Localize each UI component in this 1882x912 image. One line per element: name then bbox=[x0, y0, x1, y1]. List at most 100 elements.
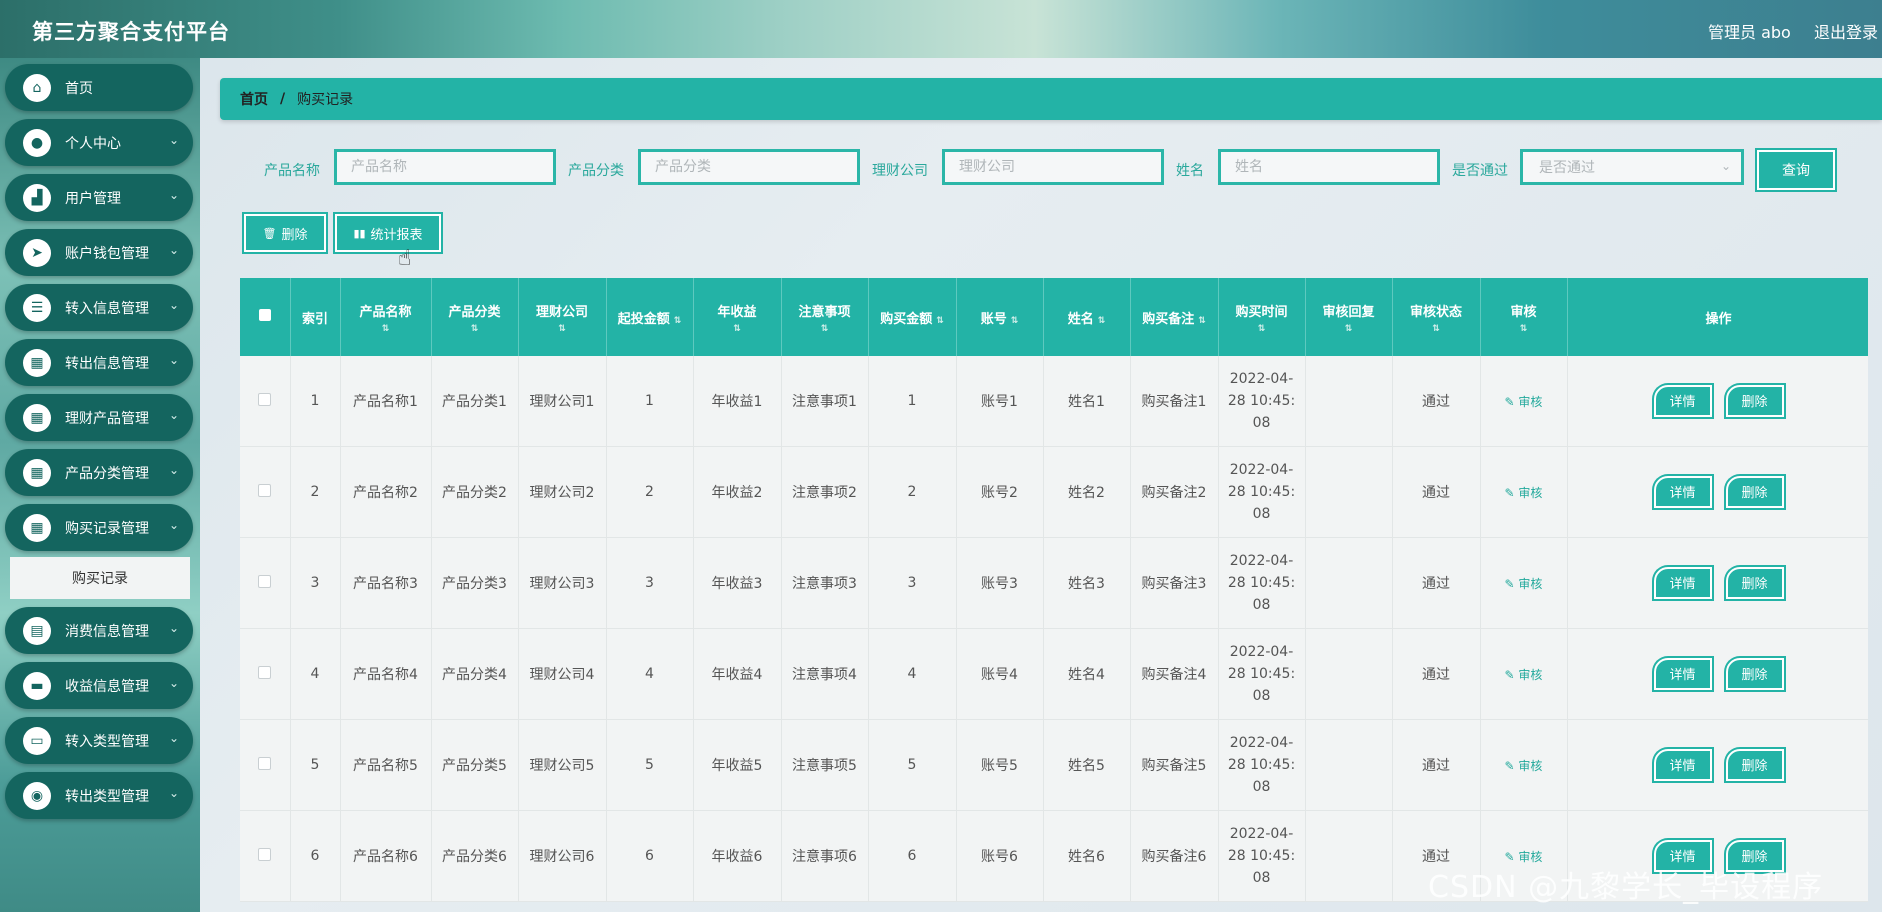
sidebar-item-user-management[interactable]: ▟ 用户管理 ⌄ bbox=[5, 174, 193, 221]
sidebar-item-product-management[interactable]: ▦ 理财产品管理 ⌄ bbox=[5, 394, 193, 441]
table-row[interactable]: 2 产品名称2 产品分类2 理财公司2 2 年收益2 注意事项2 2 账号2 姓名2 购买备注2 20… bbox=[240, 446, 1868, 538]
sidebar-item-transfer-out-type-management[interactable]: ◉ 转出类型管理 ⌄ bbox=[5, 772, 193, 819]
row-delete-button[interactable]: 删除 bbox=[1725, 749, 1784, 781]
sort-icon[interactable]: ⇅ bbox=[782, 324, 868, 334]
column-header[interactable]: 注意事项 ⇅ bbox=[781, 278, 869, 356]
monitor-icon: ▭ bbox=[23, 726, 51, 755]
sort-icon[interactable]: ⇅ bbox=[694, 324, 781, 334]
sidebar-item-category-management[interactable]: ▦ 产品分类管理 ⌄ bbox=[5, 449, 193, 496]
audit-link[interactable]: ✎ 审核 bbox=[1505, 668, 1543, 682]
purchase-time-line: 08 bbox=[1252, 597, 1271, 613]
query-button[interactable]: 查询 bbox=[1757, 150, 1835, 190]
column-header[interactable]: 姓名 ⇅ bbox=[1043, 278, 1131, 356]
detail-button[interactable]: 详情 bbox=[1653, 749, 1712, 781]
column-header[interactable]: 索引 bbox=[290, 278, 341, 356]
column-header[interactable]: 产品名称 ⇅ bbox=[340, 278, 432, 356]
sort-icon[interactable]: ⇅ bbox=[519, 324, 606, 334]
column-header[interactable]: 购买备注 ⇅ bbox=[1130, 278, 1219, 356]
list-icon: ☰ bbox=[23, 293, 51, 322]
sidebar-item-transfer-out-management[interactable]: ▦ 转出信息管理 ⌄ bbox=[5, 339, 193, 386]
sort-icon[interactable]: ⇅ bbox=[1011, 316, 1019, 326]
product-name-input[interactable] bbox=[334, 149, 556, 185]
sort-icon[interactable]: ⇅ bbox=[1306, 324, 1392, 334]
row-delete-button[interactable]: 删除 bbox=[1725, 658, 1784, 690]
breadcrumb-home[interactable]: 首页 bbox=[240, 89, 268, 109]
batch-delete-button[interactable]: 🗑 删除 bbox=[244, 214, 326, 252]
breadcrumb: 首页 / 购买记录 bbox=[220, 78, 1882, 120]
sort-icon[interactable]: ⇅ bbox=[1219, 324, 1305, 334]
submenu-item-purchase-records[interactable]: 购买记录 bbox=[10, 557, 190, 599]
sidebar-item-label: 理财产品管理 bbox=[65, 410, 149, 427]
sidebar-item-income-management[interactable]: ▬ 收益信息管理 ⌄ bbox=[5, 662, 193, 709]
purchase-remark-cell: 购买备注4 bbox=[1130, 628, 1219, 720]
sidebar-item-label: 收益信息管理 bbox=[65, 678, 149, 695]
row-checkbox[interactable] bbox=[258, 392, 272, 406]
sort-icon[interactable]: ⇅ bbox=[1393, 324, 1480, 334]
column-header[interactable]: 账号 ⇅ bbox=[956, 278, 1044, 356]
select-all-checkbox[interactable] bbox=[258, 309, 271, 321]
column-header[interactable]: 产品分类 ⇅ bbox=[431, 278, 519, 356]
row-checkbox[interactable] bbox=[258, 665, 272, 679]
detail-button[interactable]: 详情 bbox=[1653, 658, 1712, 690]
audit-link[interactable]: ✎ 审核 bbox=[1505, 577, 1543, 591]
row-checkbox[interactable] bbox=[258, 483, 272, 497]
sort-icon[interactable]: ⇅ bbox=[341, 324, 431, 334]
sidebar-item-home[interactable]: ⌂ 首页 bbox=[5, 64, 193, 111]
detail-button[interactable]: 详情 bbox=[1653, 476, 1712, 508]
purchase-amount-cell: 5 bbox=[868, 719, 957, 811]
column-header[interactable]: 理财公司 ⇅ bbox=[518, 278, 607, 356]
finance-company-input[interactable] bbox=[942, 149, 1164, 185]
purchase-time-line: 28 10:45: bbox=[1227, 393, 1296, 409]
table-row[interactable]: 5 产品名称5 产品分类5 理财公司5 5 年收益5 注意事项5 5 账号5 姓名5 购买备注5 20… bbox=[240, 719, 1868, 811]
row-checkbox[interactable] bbox=[258, 756, 272, 770]
product-category-cell: 产品分类1 bbox=[431, 356, 519, 447]
purchase-time-line: 08 bbox=[1252, 779, 1271, 795]
audit-link[interactable]: ✎ 审核 bbox=[1505, 486, 1543, 500]
audit-link[interactable]: ✎ 审核 bbox=[1505, 759, 1543, 773]
purchase-time-cell: 2022-04- 28 10:45: 08 bbox=[1218, 810, 1306, 902]
column-header[interactable]: 审核 ⇅ bbox=[1480, 278, 1568, 356]
audit-link[interactable]: ✎ 审核 bbox=[1505, 395, 1543, 409]
sort-icon[interactable]: ⇅ bbox=[674, 316, 682, 326]
grid-icon: ▦ bbox=[23, 348, 51, 377]
sidebar-item-wallet-management[interactable]: ➤ 账户钱包管理 ⌄ bbox=[5, 229, 193, 276]
customer-name-cell: 姓名1 bbox=[1043, 356, 1131, 447]
logout-link[interactable]: 退出登录 bbox=[1814, 19, 1878, 43]
sidebar-item-personal-center[interactable]: ● 个人中心 ⌄ bbox=[5, 119, 193, 166]
row-checkbox[interactable] bbox=[258, 574, 272, 588]
table-row[interactable]: 1 产品名称1 产品分类1 理财公司1 1 年收益1 注意事项1 1 账号1 姓名1 购买备注1 20… bbox=[240, 356, 1868, 447]
column-header: 操作 bbox=[1567, 278, 1868, 356]
table-row[interactable]: 3 产品名称3 产品分类3 理财公司3 3 年收益3 注意事项3 3 账号3 姓名3 购买备注3 20… bbox=[240, 537, 1868, 629]
column-header[interactable]: 年收益 ⇅ bbox=[693, 278, 782, 356]
sort-icon[interactable]: ⇅ bbox=[1198, 316, 1206, 326]
table-row[interactable]: 4 产品名称4 产品分类4 理财公司4 4 年收益4 注意事项4 4 账号4 姓名4 购买备注4 20… bbox=[240, 628, 1868, 720]
annual-yield-cell: 年收益4 bbox=[693, 628, 782, 720]
sort-icon[interactable]: ⇅ bbox=[1481, 324, 1567, 334]
table-header-row: 索引 产品名称 ⇅ 产品分类 ⇅ 理财公司 ⇅ 起投金额 ⇅ 年收益 ⇅ 注意事项 ⇅ 购买金额 ⇅ 账号 ⇅ 姓… bbox=[240, 278, 1868, 356]
product-category-input[interactable] bbox=[638, 149, 860, 185]
sort-icon[interactable]: ⇅ bbox=[936, 316, 944, 326]
row-delete-button[interactable]: 删除 bbox=[1725, 476, 1784, 508]
column-header[interactable]: 审核回复 ⇅ bbox=[1305, 278, 1393, 356]
detail-button[interactable]: 详情 bbox=[1653, 567, 1712, 599]
approved-select[interactable]: 是否通过 ⌄ bbox=[1520, 149, 1744, 185]
bar-chart-icon: ▮▮ bbox=[353, 226, 366, 240]
sidebar-item-purchase-management[interactable]: ▦ 购买记录管理 ⌄ bbox=[5, 504, 193, 551]
column-header[interactable]: 购买金额 ⇅ bbox=[868, 278, 957, 356]
row-delete-button[interactable]: 删除 bbox=[1725, 385, 1784, 417]
row-delete-button[interactable]: 删除 bbox=[1725, 567, 1784, 599]
name-input[interactable] bbox=[1218, 149, 1440, 185]
row-checkbox[interactable] bbox=[258, 847, 272, 861]
sort-icon[interactable]: ⇅ bbox=[432, 324, 518, 334]
sidebar-item-consumption-management[interactable]: ▤ 消费信息管理 ⌄ bbox=[5, 607, 193, 654]
sidebar-item-transfer-in-type-management[interactable]: ▭ 转入类型管理 ⌄ bbox=[5, 717, 193, 764]
stats-report-button[interactable]: ▮▮ 统计报表 bbox=[335, 214, 441, 252]
column-header-label: 审核 bbox=[1510, 304, 1537, 320]
sidebar-item-transfer-in-management[interactable]: ☰ 转入信息管理 ⌄ bbox=[5, 284, 193, 331]
column-header[interactable]: 起投金额 ⇅ bbox=[606, 278, 694, 356]
column-header[interactable]: 审核状态 ⇅ bbox=[1392, 278, 1481, 356]
sort-icon[interactable]: ⇅ bbox=[1098, 316, 1106, 326]
purchase-time-line: 2022-04- bbox=[1229, 553, 1294, 569]
column-header[interactable]: 购买时间 ⇅ bbox=[1218, 278, 1306, 356]
detail-button[interactable]: 详情 bbox=[1653, 385, 1712, 417]
